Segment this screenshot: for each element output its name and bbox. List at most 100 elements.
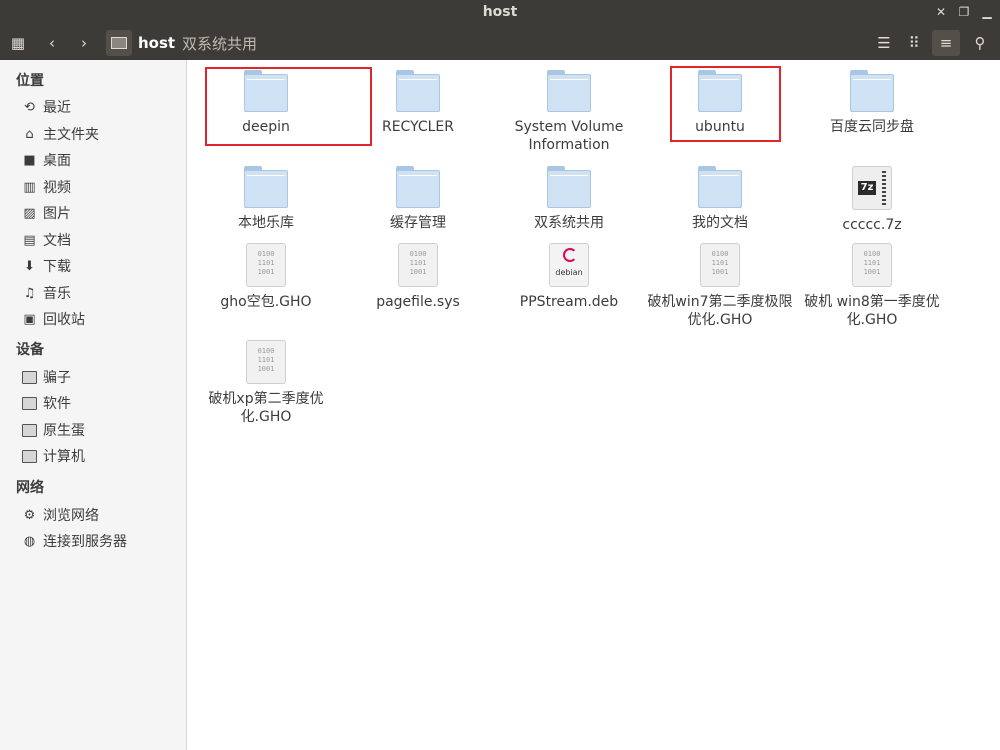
minimize-icon[interactable]: ▁ xyxy=(979,4,995,20)
drive-icon xyxy=(22,396,37,411)
close-icon[interactable]: ✕ xyxy=(933,4,949,20)
file-item[interactable]: 0100 1101 1001 破机xp第二季度优化.GHO xyxy=(191,340,341,426)
file-view: deepin RECYCLER System Volume Informatio… xyxy=(187,60,1000,750)
sidebar-section-network: 网络 xyxy=(16,480,44,496)
file-item[interactable]: 双系统共用 xyxy=(494,166,644,232)
list-view-button[interactable]: ☰ xyxy=(870,30,898,56)
file-name: ccccc.7z xyxy=(842,217,902,233)
sidebar-item-label: 回收站 xyxy=(43,312,85,328)
drive-icon xyxy=(22,370,37,385)
sidebar-item-label: 下载 xyxy=(43,259,71,275)
sidebar-item-label: 软件 xyxy=(43,396,71,412)
binary-file-icon: 0100 1101 1001 xyxy=(246,243,286,287)
sidebar-item-label: 浏览网络 xyxy=(43,508,99,524)
sidebar-item-device-pianzi[interactable]: 骗子 xyxy=(22,366,182,388)
music-note-icon: ♫ xyxy=(23,285,36,301)
sidebar-item-desktop[interactable]: ■ 桌面 xyxy=(22,149,182,171)
folder-icon xyxy=(698,166,742,208)
home-icon: ⌂ xyxy=(25,126,34,142)
document-icon: ▤ xyxy=(23,232,36,248)
file-item[interactable]: 0100 1101 1001 gho空包.GHO xyxy=(191,243,341,311)
binary-file-icon: 0100 1101 1001 xyxy=(852,243,892,287)
file-item[interactable]: 本地乐库 xyxy=(191,166,341,232)
picture-icon: ▨ xyxy=(23,205,36,221)
file-name: 本地乐库 xyxy=(238,215,294,231)
archive-icon: 7z xyxy=(852,166,892,210)
folder-icon xyxy=(244,166,288,208)
file-name: 我的文档 xyxy=(692,215,748,231)
trash-icon: ▣ xyxy=(23,311,36,327)
sidebar-item-label: 最近 xyxy=(43,100,71,116)
sidebar-item-documents[interactable]: ▤ 文档 xyxy=(22,229,182,251)
globe-icon: ◍ xyxy=(23,533,36,549)
breadcrumb-host[interactable]: host xyxy=(138,30,175,56)
sidebar-item-label: 主文件夹 xyxy=(43,127,99,143)
sidebar-section-places: 位置 xyxy=(16,73,44,89)
file-item[interactable]: 百度云同步盘 xyxy=(797,70,947,136)
sidebar-section-devices: 设备 xyxy=(16,342,44,358)
download-icon: ⬇ xyxy=(24,258,35,274)
menu-icon: ≡ xyxy=(939,34,953,52)
drive-location-button[interactable] xyxy=(106,30,132,56)
sidebar-item-connect-server[interactable]: ◍ 连接到服务器 xyxy=(22,530,182,552)
sidebar-item-pictures[interactable]: ▨ 图片 xyxy=(22,202,182,224)
highlight-box-ubuntu xyxy=(670,66,781,142)
grid-sidebar-icon: ▦ xyxy=(10,34,26,52)
breadcrumb-subfolder[interactable]: 双系统共用 xyxy=(182,30,257,56)
file-item[interactable]: 0100 1101 1001 破机 win8第一季度优化.GHO xyxy=(797,243,947,329)
grid-view-button[interactable]: ⠿ xyxy=(900,30,928,56)
file-item[interactable]: 缓存管理 xyxy=(343,166,493,232)
sidebar-item-home[interactable]: ⌂ 主文件夹 xyxy=(22,123,182,145)
drive-icon xyxy=(111,37,127,49)
maximize-icon[interactable]: ❐ xyxy=(956,4,972,20)
sidebar-toggle-button[interactable]: ▦ xyxy=(4,30,32,56)
sidebar-item-device-yuanshengdan[interactable]: 原生蛋 xyxy=(22,419,182,441)
binary-file-icon: 0100 1101 1001 xyxy=(246,340,286,384)
sidebar-item-label: 视频 xyxy=(43,180,71,196)
film-icon: ▥ xyxy=(23,179,36,195)
sidebar-item-music[interactable]: ♫ 音乐 xyxy=(22,282,182,304)
folder-icon xyxy=(850,70,894,112)
file-item[interactable]: 0100 1101 1001 pagefile.sys xyxy=(343,243,493,311)
sidebar-item-trash[interactable]: ▣ 回收站 xyxy=(22,308,182,330)
file-item[interactable]: 我的文档 xyxy=(645,166,795,232)
file-name: 破机xp第二季度优化.GHO xyxy=(208,391,324,425)
file-item[interactable]: debian PPStream.deb xyxy=(494,243,644,311)
search-button[interactable]: ⚲ xyxy=(966,30,994,56)
file-name: 破机win7第二季度极限优化.GHO xyxy=(647,294,793,328)
sidebar-item-recent[interactable]: ⟲ 最近 xyxy=(22,96,182,118)
file-name: PPStream.deb xyxy=(519,294,619,310)
menu-button[interactable]: ≡ xyxy=(932,30,960,56)
folder-icon xyxy=(547,166,591,208)
file-item[interactable]: 0100 1101 1001 破机win7第二季度极限优化.GHO xyxy=(645,243,795,329)
folder-icon: ■ xyxy=(23,152,36,168)
list-icon: ☰ xyxy=(877,34,891,52)
clock-icon: ⟲ xyxy=(24,99,35,115)
title-bar: host ✕ ❐ ▁ xyxy=(0,0,1000,26)
sidebar: 位置 ⟲ 最近 ⌂ 主文件夹 ■ 桌面 ▥ 视频 ▨ 图片 ▤ 文档 ⬇ 下载 … xyxy=(0,60,187,750)
network-icon: ⚙ xyxy=(23,507,36,523)
file-name: System Volume Information xyxy=(514,119,624,153)
binary-file-icon: 0100 1101 1001 xyxy=(700,243,740,287)
file-name: 双系统共用 xyxy=(534,215,604,231)
file-item[interactable]: 7z ccccc.7z xyxy=(797,166,947,234)
folder-icon xyxy=(396,70,440,112)
sidebar-item-label: 桌面 xyxy=(43,153,71,169)
drive-icon xyxy=(22,423,37,438)
drive-icon xyxy=(22,449,37,464)
search-icon: ⚲ xyxy=(974,34,986,52)
grid-icon: ⠿ xyxy=(908,34,920,52)
sidebar-item-label: 文档 xyxy=(43,233,71,249)
folder-icon xyxy=(547,70,591,112)
sidebar-item-videos[interactable]: ▥ 视频 xyxy=(22,176,182,198)
sidebar-item-label: 骗子 xyxy=(43,370,71,386)
sidebar-item-downloads[interactable]: ⬇ 下载 xyxy=(22,255,182,277)
sidebar-item-computer[interactable]: 计算机 xyxy=(22,445,182,467)
sidebar-item-browse-network[interactable]: ⚙ 浏览网络 xyxy=(22,504,182,526)
file-item[interactable]: System Volume Information xyxy=(494,70,644,154)
sidebar-item-device-software[interactable]: 软件 xyxy=(22,392,182,414)
binary-file-icon: 0100 1101 1001 xyxy=(398,243,438,287)
window-title: host xyxy=(482,4,518,20)
back-button[interactable]: ‹ xyxy=(38,30,66,56)
forward-button[interactable]: › xyxy=(70,30,98,56)
